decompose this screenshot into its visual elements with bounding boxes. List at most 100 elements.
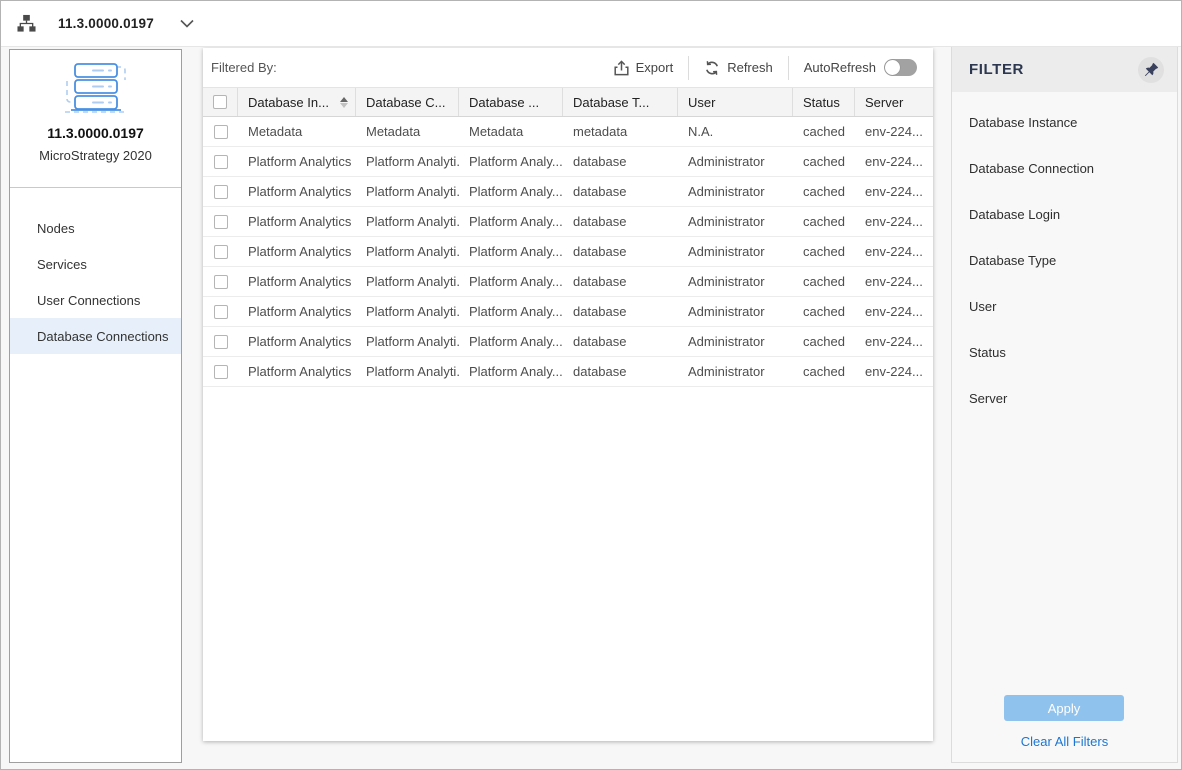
table-row[interactable]: Platform Analytics Platform Analyti... P…: [203, 237, 933, 267]
export-label: Export: [636, 60, 674, 75]
cell-server: env-224...: [855, 124, 933, 139]
pin-button[interactable]: [1138, 57, 1164, 83]
cell-status: cached: [793, 304, 855, 319]
apply-button[interactable]: Apply: [1004, 695, 1124, 721]
table-row[interactable]: Metadata Metadata Metadata metadata N.A.…: [203, 117, 933, 147]
filter-item[interactable]: Server: [952, 375, 1177, 421]
column-header-database-login[interactable]: Database ...: [459, 88, 563, 116]
cell-database-type: database: [563, 184, 678, 199]
table-row[interactable]: Platform Analytics Platform Analyti... P…: [203, 327, 933, 357]
filtered-by-label: Filtered By:: [211, 60, 277, 75]
cell-database-instance: Metadata: [238, 124, 356, 139]
autorefresh-label: AutoRefresh: [804, 60, 876, 75]
column-header-user[interactable]: User: [678, 88, 793, 116]
table-body: Metadata Metadata Metadata metadata N.A.…: [203, 117, 933, 387]
column-header-database-instance[interactable]: Database In...: [238, 88, 356, 116]
table-row[interactable]: Platform Analytics Platform Analyti... P…: [203, 267, 933, 297]
export-button[interactable]: Export: [599, 55, 689, 81]
cell-status: cached: [793, 334, 855, 349]
filter-item[interactable]: User: [952, 283, 1177, 329]
cell-server: env-224...: [855, 244, 933, 259]
refresh-label: Refresh: [727, 60, 773, 75]
sidebar-version-label: 11.3.0000.0197: [10, 125, 181, 141]
table-row[interactable]: Platform Analytics Platform Analyti... P…: [203, 297, 933, 327]
sidebar-nav-item-label: Nodes: [37, 221, 75, 236]
cell-database-type: database: [563, 244, 678, 259]
cell-database-login: Platform Analy...: [459, 214, 563, 229]
network-hierarchy-icon: [17, 14, 36, 33]
cell-database-connection: Platform Analyti...: [356, 304, 459, 319]
sidebar-nav: Nodes Services User Connections Database…: [10, 210, 181, 354]
row-checkbox-cell: [203, 275, 238, 289]
filter-item[interactable]: Database Type: [952, 237, 1177, 283]
cell-user: Administrator: [678, 244, 793, 259]
table-toolbar: Filtered By: Export: [203, 48, 933, 87]
row-checkbox[interactable]: [214, 215, 228, 229]
cell-user: Administrator: [678, 304, 793, 319]
server-stack-icon: [10, 59, 181, 121]
cell-database-login: Platform Analy...: [459, 364, 563, 379]
table-row[interactable]: Platform Analytics Platform Analyti... P…: [203, 177, 933, 207]
refresh-button[interactable]: Refresh: [689, 55, 788, 81]
row-checkbox-cell: [203, 335, 238, 349]
row-checkbox-cell: [203, 245, 238, 259]
clear-all-filters-link[interactable]: Clear All Filters: [952, 734, 1177, 749]
cell-status: cached: [793, 274, 855, 289]
autorefresh-toggle[interactable]: [884, 59, 917, 76]
sort-ascending-icon: [340, 97, 348, 108]
cell-database-login: Platform Analy...: [459, 274, 563, 289]
filter-item-label: User: [969, 299, 996, 314]
sidebar-nav-item[interactable]: User Connections: [10, 282, 181, 318]
column-header-status[interactable]: Status: [793, 88, 855, 116]
export-icon: [614, 60, 629, 76]
filter-item-label: Server: [969, 391, 1007, 406]
cell-server: env-224...: [855, 364, 933, 379]
column-header-database-type[interactable]: Database T...: [563, 88, 678, 116]
row-checkbox[interactable]: [214, 365, 228, 379]
column-header-database-connection[interactable]: Database C...: [356, 88, 459, 116]
row-checkbox[interactable]: [214, 155, 228, 169]
row-checkbox[interactable]: [214, 125, 228, 139]
table-row[interactable]: Platform Analytics Platform Analyti... P…: [203, 357, 933, 387]
sidebar-nav-item[interactable]: Nodes: [10, 210, 181, 246]
row-checkbox[interactable]: [214, 185, 228, 199]
cell-server: env-224...: [855, 184, 933, 199]
filter-item-label: Status: [969, 345, 1006, 360]
filter-item[interactable]: Database Instance: [952, 99, 1177, 145]
column-header-server[interactable]: Server: [855, 88, 933, 116]
filter-title: FILTER: [969, 61, 1138, 78]
filter-item-label: Database Type: [969, 253, 1056, 268]
pushpin-icon: [1144, 62, 1159, 77]
cell-database-connection: Platform Analyti...: [356, 274, 459, 289]
row-checkbox[interactable]: [214, 275, 228, 289]
row-checkbox-cell: [203, 215, 238, 229]
cell-server: env-224...: [855, 334, 933, 349]
application-window: 11.3.0000.0197: [0, 0, 1182, 770]
sidebar: 11.3.0000.0197 MicroStrategy 2020 Nodes …: [9, 49, 182, 763]
cell-database-connection: Platform Analyti...: [356, 364, 459, 379]
filter-item[interactable]: Database Login: [952, 191, 1177, 237]
cell-database-instance: Platform Analytics: [238, 244, 356, 259]
environment-card: 11.3.0000.0197 MicroStrategy 2020: [10, 50, 181, 188]
cell-user: Administrator: [678, 184, 793, 199]
filter-item[interactable]: Status: [952, 329, 1177, 375]
filter-item[interactable]: Database Connection: [952, 145, 1177, 191]
sidebar-nav-item[interactable]: Services: [10, 246, 181, 282]
select-all-checkbox[interactable]: [213, 95, 227, 109]
cell-status: cached: [793, 214, 855, 229]
sidebar-nav-item[interactable]: Database Connections: [10, 318, 181, 354]
cell-status: cached: [793, 154, 855, 169]
row-checkbox-cell: [203, 155, 238, 169]
row-checkbox[interactable]: [214, 305, 228, 319]
chevron-down-icon[interactable]: [180, 19, 194, 28]
refresh-icon: [704, 60, 720, 76]
cell-user: Administrator: [678, 154, 793, 169]
cell-database-type: database: [563, 304, 678, 319]
table-row[interactable]: Platform Analytics Platform Analyti... P…: [203, 207, 933, 237]
cell-user: Administrator: [678, 364, 793, 379]
table-row[interactable]: Platform Analytics Platform Analyti... P…: [203, 147, 933, 177]
cell-database-connection: Metadata: [356, 124, 459, 139]
cell-database-connection: Platform Analyti...: [356, 214, 459, 229]
row-checkbox[interactable]: [214, 245, 228, 259]
row-checkbox[interactable]: [214, 335, 228, 349]
